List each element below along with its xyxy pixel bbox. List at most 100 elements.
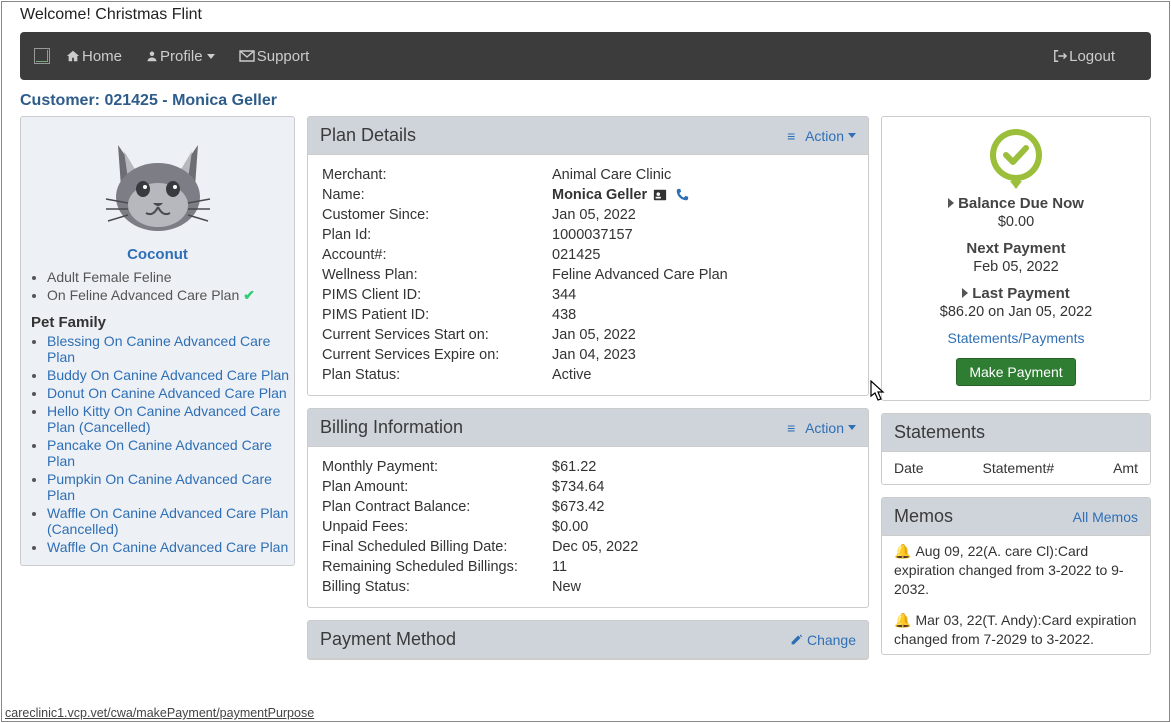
label: Account#: <box>322 247 552 263</box>
value: New <box>552 579 854 595</box>
statements-panel: Statements Date Statement# Amt <box>881 413 1151 485</box>
label: Name: <box>322 187 552 203</box>
pet-family-item[interactable]: Waffle On Canine Advanced Care Plan (Can… <box>47 505 294 537</box>
caret-icon <box>848 425 856 430</box>
next-payment-value: Feb 05, 2022 <box>890 259 1142 275</box>
last-payment-label: Last Payment <box>890 285 1142 302</box>
welcome-text: Welcome! Christmas Flint <box>2 2 1169 32</box>
memo-item: 🔔Aug 09, 22(A. care Cl):Card expiration … <box>882 536 1150 605</box>
brand-icon <box>34 48 50 64</box>
pet-name: Coconut <box>21 246 294 263</box>
billing-panel: Billing Information Action Monthly Payme… <box>307 408 869 608</box>
home-icon <box>66 49 80 63</box>
billing-title: Billing Information <box>320 417 463 438</box>
status-bar-url: careclinic1.vcp.vet/cwa/makePayment/paym… <box>2 705 317 721</box>
label: Billing Status: <box>322 579 552 595</box>
memos-title: Memos <box>894 506 953 527</box>
value: Jan 05, 2022 <box>552 327 854 343</box>
label: Plan Contract Balance: <box>322 499 552 515</box>
value: 11 <box>552 559 854 575</box>
nav-profile[interactable]: Profile <box>144 48 215 65</box>
phone-icon[interactable] <box>675 188 689 202</box>
billing-action-menu[interactable]: Action <box>787 420 856 436</box>
value: Jan 04, 2023 <box>552 347 854 363</box>
plan-action-menu[interactable]: Action <box>787 128 856 144</box>
value: $673.42 <box>552 499 854 515</box>
statements-title: Statements <box>894 422 985 443</box>
nav-logout[interactable]: Logout <box>1051 48 1115 65</box>
value: Monica Geller <box>552 187 647 203</box>
label: Remaining Scheduled Billings: <box>322 559 552 575</box>
value: $0.00 <box>552 519 854 535</box>
value: $734.64 <box>552 479 854 495</box>
menu-icon <box>787 420 801 436</box>
logout-icon <box>1053 49 1067 63</box>
value: Feline Advanced Care Plan <box>552 267 854 283</box>
value: 021425 <box>552 247 854 263</box>
contact-card-icon[interactable] <box>653 188 667 202</box>
label: Plan Status: <box>322 367 552 383</box>
label: Plan Amount: <box>322 479 552 495</box>
nav-support[interactable]: Support <box>237 48 310 65</box>
plan-details-title: Plan Details <box>320 125 416 146</box>
col-date: Date <box>894 460 924 476</box>
value: Dec 05, 2022 <box>552 539 854 555</box>
customer-heading: Customer: 021425 - Monica Geller <box>20 92 1151 110</box>
pet-attr: Adult Female Feline <box>47 269 294 285</box>
navbar: Home Profile Support Logout <box>20 32 1151 80</box>
value: Jan 05, 2022 <box>552 207 854 223</box>
label: Current Services Start on: <box>322 327 552 343</box>
bell-icon: 🔔 <box>894 543 911 559</box>
col-amt: Amt <box>1113 460 1138 476</box>
memos-panel: Memos All Memos 🔔Aug 09, 22(A. care Cl):… <box>881 497 1151 655</box>
pet-family-heading: Pet Family <box>31 314 294 331</box>
value: $61.22 <box>552 459 854 475</box>
pet-family-item[interactable]: Hello Kitty On Canine Advanced Care Plan… <box>47 403 294 435</box>
statements-payments-link[interactable]: Statements/Payments <box>948 330 1085 346</box>
pet-avatar <box>21 117 294 242</box>
payment-method-title: Payment Method <box>320 629 456 650</box>
value: 344 <box>552 287 854 303</box>
mail-icon <box>239 50 255 62</box>
label: PIMS Patient ID: <box>322 307 552 323</box>
label: Current Services Expire on: <box>322 347 552 363</box>
nav-home[interactable]: Home <box>64 48 122 65</box>
value: 438 <box>552 307 854 323</box>
value: Animal Care Clinic <box>552 167 854 183</box>
pencil-icon <box>790 633 803 646</box>
col-statement: Statement# <box>983 460 1055 476</box>
change-link[interactable]: Change <box>790 632 856 648</box>
caret-icon <box>848 133 856 138</box>
pet-panel: Coconut Adult Female Feline On Feline Ad… <box>20 116 295 566</box>
label: Final Scheduled Billing Date: <box>322 539 552 555</box>
pet-family-item[interactable]: Pumpkin On Canine Advanced Care Plan <box>47 471 294 503</box>
label: Plan Id: <box>322 227 552 243</box>
payment-method-panel: Payment Method Change <box>307 620 869 660</box>
check-icon: ✔ <box>243 287 255 304</box>
label: Wellness Plan: <box>322 267 552 283</box>
label: Merchant: <box>322 167 552 183</box>
pet-family-item[interactable]: Blessing On Canine Advanced Care Plan <box>47 333 294 365</box>
statements-header-row: Date Statement# Amt <box>882 452 1150 484</box>
label: Customer Since: <box>322 207 552 223</box>
make-payment-button[interactable]: Make Payment <box>956 358 1075 386</box>
label: Monthly Payment: <box>322 459 552 475</box>
balance-label: Balance Due Now <box>890 195 1142 212</box>
plan-details-panel: Plan Details Action Merchant:Animal Care… <box>307 116 869 396</box>
menu-icon <box>787 128 801 144</box>
user-icon <box>146 49 158 63</box>
all-memos-link[interactable]: All Memos <box>1073 509 1138 525</box>
next-payment-label: Next Payment <box>890 240 1142 257</box>
success-check-icon <box>986 127 1046 187</box>
value: Active <box>552 367 854 383</box>
label: Unpaid Fees: <box>322 519 552 535</box>
pet-family-item[interactable]: Waffle On Canine Advanced Care Plan <box>47 539 294 555</box>
last-payment-value: $86.20 on Jan 05, 2022 <box>890 304 1142 320</box>
pet-family-item[interactable]: Pancake On Canine Advanced Care Plan <box>47 437 294 469</box>
memo-item: 🔔Mar 03, 22(T. Andy):Card expiration cha… <box>882 605 1150 655</box>
pet-plan-line: On Feline Advanced Care Plan✔ <box>47 287 294 304</box>
label: PIMS Client ID: <box>322 287 552 303</box>
summary-panel: Balance Due Now $0.00 Next Payment Feb 0… <box>881 116 1151 401</box>
pet-family-item[interactable]: Donut On Canine Advanced Care Plan <box>47 385 294 401</box>
pet-family-item[interactable]: Buddy On Canine Advanced Care Plan <box>47 367 294 383</box>
